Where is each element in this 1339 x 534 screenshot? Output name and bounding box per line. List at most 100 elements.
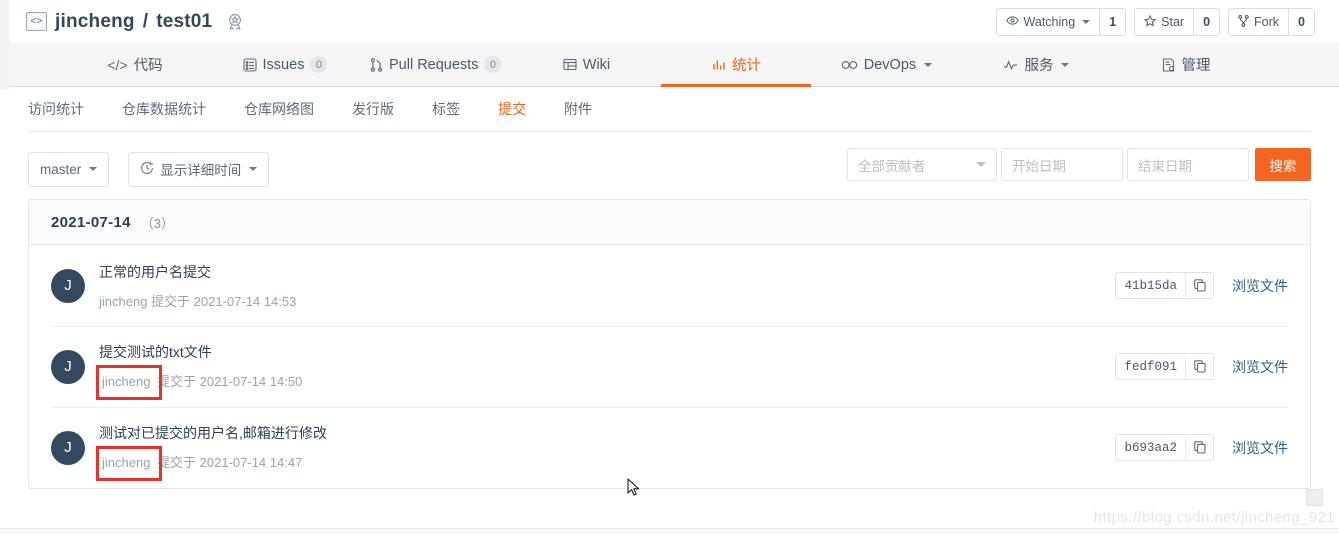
browse-files-link[interactable]: 浏览文件 <box>1232 438 1288 458</box>
commit-hash-box[interactable]: fedf091 <box>1115 353 1214 380</box>
main-navigation: </> 代码 Issues 0 Pull Requests 0 Wiki 统计 … <box>0 43 1339 87</box>
nav-item-pull-requests[interactable]: Pull Requests 0 <box>360 43 511 86</box>
start-date-input[interactable]: 开始日期 <box>1001 148 1123 181</box>
sub-nav-item-repo-network-graph[interactable]: 仓库网络图 <box>244 99 314 119</box>
branch-selector-label: master <box>40 161 82 177</box>
nav-item-wiki[interactable]: Wiki <box>511 43 661 86</box>
issues-count-badge: 0 <box>310 56 328 73</box>
clock-icon <box>140 161 154 178</box>
commit-row[interactable]: J 正常的用户名提交 jincheng 提交于 2021-07-14 14:53… <box>29 245 1310 326</box>
pull-request-icon <box>370 57 383 72</box>
scrollbar-thumb[interactable] <box>1306 489 1323 506</box>
repo-header: <> jincheng / test01 Watching 1 Star 0 F… <box>0 0 1339 43</box>
commit-filters: 全部贡献者 开始日期 结束日期 搜索 <box>847 148 1311 181</box>
infinity-icon <box>841 60 858 70</box>
sub-nav-item-tags[interactable]: 标签 <box>432 99 460 119</box>
chart-bar-icon <box>712 58 726 71</box>
nav-item-code-label: 代码 <box>133 58 163 74</box>
avatar[interactable]: J <box>51 349 85 384</box>
nav-item-services[interactable]: 服务 <box>961 43 1111 86</box>
nav-item-code[interactable]: </> 代码 <box>60 43 210 86</box>
sub-nav-item-repo-data-stats[interactable]: 仓库数据统计 <box>122 99 206 119</box>
star-label: Star <box>1161 15 1185 29</box>
repo-breadcrumb: <> jincheng / test01 <box>26 11 246 33</box>
commit-message[interactable]: 测试对已提交的用户名,邮箱进行修改 <box>99 423 1115 443</box>
commit-author[interactable]: jincheng <box>95 365 163 400</box>
commit-hash[interactable]: 41b15da <box>1116 273 1185 298</box>
sub-nav-item-commits[interactable]: 提交 <box>498 99 526 119</box>
nav-item-management[interactable]: 管理 <box>1111 43 1261 86</box>
star-count[interactable]: 0 <box>1193 9 1220 35</box>
avatar[interactable]: J <box>51 268 85 303</box>
repo-actions: Watching 1 Star 0 Fork 0 <box>995 8 1315 36</box>
commit-author[interactable]: jincheng <box>95 446 163 481</box>
avatar[interactable]: J <box>51 430 85 465</box>
commit-hash[interactable]: b693aa2 <box>1116 435 1185 460</box>
fork-button[interactable]: Fork <box>1229 9 1289 35</box>
chevron-down-icon <box>924 62 933 67</box>
nav-item-devops[interactable]: DevOps <box>811 43 961 86</box>
contributor-select[interactable]: 全部贡献者 <box>847 148 997 181</box>
commit-group-date: 2021-07-14 <box>51 213 131 231</box>
chevron-down-icon <box>1082 20 1091 24</box>
repo-separator: / <box>142 10 149 32</box>
pulse-icon <box>1003 59 1018 71</box>
settings-doc-icon <box>1162 57 1175 72</box>
copy-icon[interactable] <box>1185 435 1213 460</box>
commit-message[interactable]: 提交测试的txt文件 <box>99 342 1115 362</box>
pull-requests-count-badge: 0 <box>484 56 502 73</box>
browse-files-link[interactable]: 浏览文件 <box>1232 276 1288 296</box>
commit-actions: fedf091 浏览文件 <box>1115 353 1288 380</box>
chevron-down-icon <box>89 167 98 171</box>
browse-files-link[interactable]: 浏览文件 <box>1232 357 1288 377</box>
fork-button-group[interactable]: Fork 0 <box>1228 8 1315 36</box>
copy-icon[interactable] <box>1185 273 1213 298</box>
chevron-down-icon <box>976 162 986 167</box>
commit-row[interactable]: J 测试对已提交的用户名,邮箱进行修改 jincheng 提交于 2021-07… <box>29 407 1310 488</box>
commit-author[interactable]: jincheng <box>99 294 147 309</box>
time-display-toggle[interactable]: 显示详细时间 <box>128 151 270 187</box>
sub-nav-item-releases[interactable]: 发行版 <box>352 99 394 119</box>
commit-actions: 41b15da 浏览文件 <box>1115 272 1288 299</box>
star-button-group[interactable]: Star 0 <box>1134 8 1221 36</box>
commit-hash-box[interactable]: 41b15da <box>1115 272 1214 299</box>
code-icon: <> <box>26 12 47 31</box>
start-date-placeholder: 开始日期 <box>1012 158 1066 174</box>
end-date-placeholder: 结束日期 <box>1138 158 1192 174</box>
issues-icon <box>242 57 257 72</box>
chevron-down-icon <box>1061 62 1070 67</box>
commit-timestamp: 提交于 2021-07-14 14:53 <box>147 293 297 309</box>
bottom-edge <box>0 528 1339 534</box>
fork-count[interactable]: 0 <box>1288 9 1314 35</box>
sub-nav-item-visit-stats[interactable]: 访问统计 <box>28 99 84 119</box>
end-date-input[interactable]: 结束日期 <box>1127 148 1249 181</box>
commit-main: 正常的用户名提交 jincheng 提交于 2021-07-14 14:53 <box>99 262 1115 310</box>
commit-meta: jincheng 提交于 2021-07-14 14:50 <box>95 365 1115 400</box>
wiki-icon <box>563 58 577 71</box>
commit-hash[interactable]: fedf091 <box>1116 354 1185 379</box>
nav-item-issues[interactable]: Issues 0 <box>210 43 360 86</box>
branch-selector[interactable]: master <box>28 151 110 187</box>
watching-count[interactable]: 1 <box>1099 9 1126 35</box>
copy-icon[interactable] <box>1185 354 1213 379</box>
nav-item-statistics[interactable]: 统计 <box>661 43 812 87</box>
repo-owner[interactable]: jincheng <box>55 11 135 33</box>
commit-timestamp: 提交于 2021-07-14 14:50 <box>153 374 303 389</box>
nav-item-devops-label: DevOps <box>863 56 917 73</box>
watching-button[interactable]: Watching <box>996 9 1100 35</box>
nav-item-wiki-label: Wiki <box>582 56 611 73</box>
commit-hash-box[interactable]: b693aa2 <box>1115 434 1214 461</box>
code-brackets-icon: </> <box>107 56 128 73</box>
nav-item-pull-requests-label: Pull Requests <box>389 56 479 73</box>
repo-name[interactable]: test01 <box>156 11 212 33</box>
commit-message[interactable]: 正常的用户名提交 <box>99 262 1115 282</box>
nav-item-issues-label: Issues <box>262 56 305 73</box>
star-button[interactable]: Star <box>1135 9 1194 35</box>
sub-navigation: 访问统计 仓库数据统计 仓库网络图 发行版 标签 提交 附件 <box>28 87 1311 132</box>
sub-nav-item-attachments[interactable]: 附件 <box>564 99 592 119</box>
nav-item-statistics-label: 统计 <box>731 58 761 74</box>
sub-navigation-wrap: 访问统计 仓库数据统计 仓库网络图 发行版 标签 提交 附件 <box>0 87 1339 132</box>
commit-row[interactable]: J 提交测试的txt文件 jincheng 提交于 2021-07-14 14:… <box>29 326 1310 407</box>
search-button[interactable]: 搜索 <box>1255 148 1311 181</box>
watching-button-group[interactable]: Watching 1 <box>995 8 1127 36</box>
